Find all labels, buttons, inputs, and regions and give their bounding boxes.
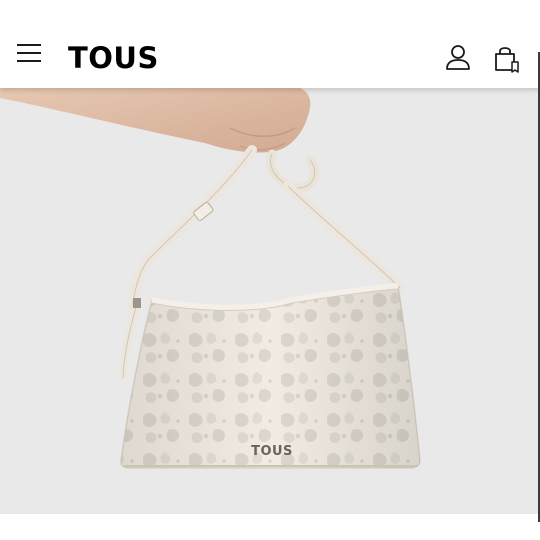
hamburger-menu-icon-bar [17,52,41,54]
brand-logo[interactable]: TOUS [68,41,159,75]
bag-button[interactable] [492,44,520,74]
user-account-icon [446,45,470,70]
page-bottom-area [0,514,540,540]
site-header: TOUS [0,0,540,88]
shopping-bag-icon [495,47,519,73]
hamburger-menu-icon [17,44,41,46]
menu-button[interactable] [16,44,42,70]
account-button[interactable] [444,44,472,74]
product-photo: TOUS [0,88,421,469]
hamburger-menu-icon-bar [17,60,41,62]
product-page: TOUS TOUS [0,0,540,540]
product-hero-image[interactable]: TOUS [0,88,540,514]
bag-brand-plate: TOUS [251,444,293,459]
